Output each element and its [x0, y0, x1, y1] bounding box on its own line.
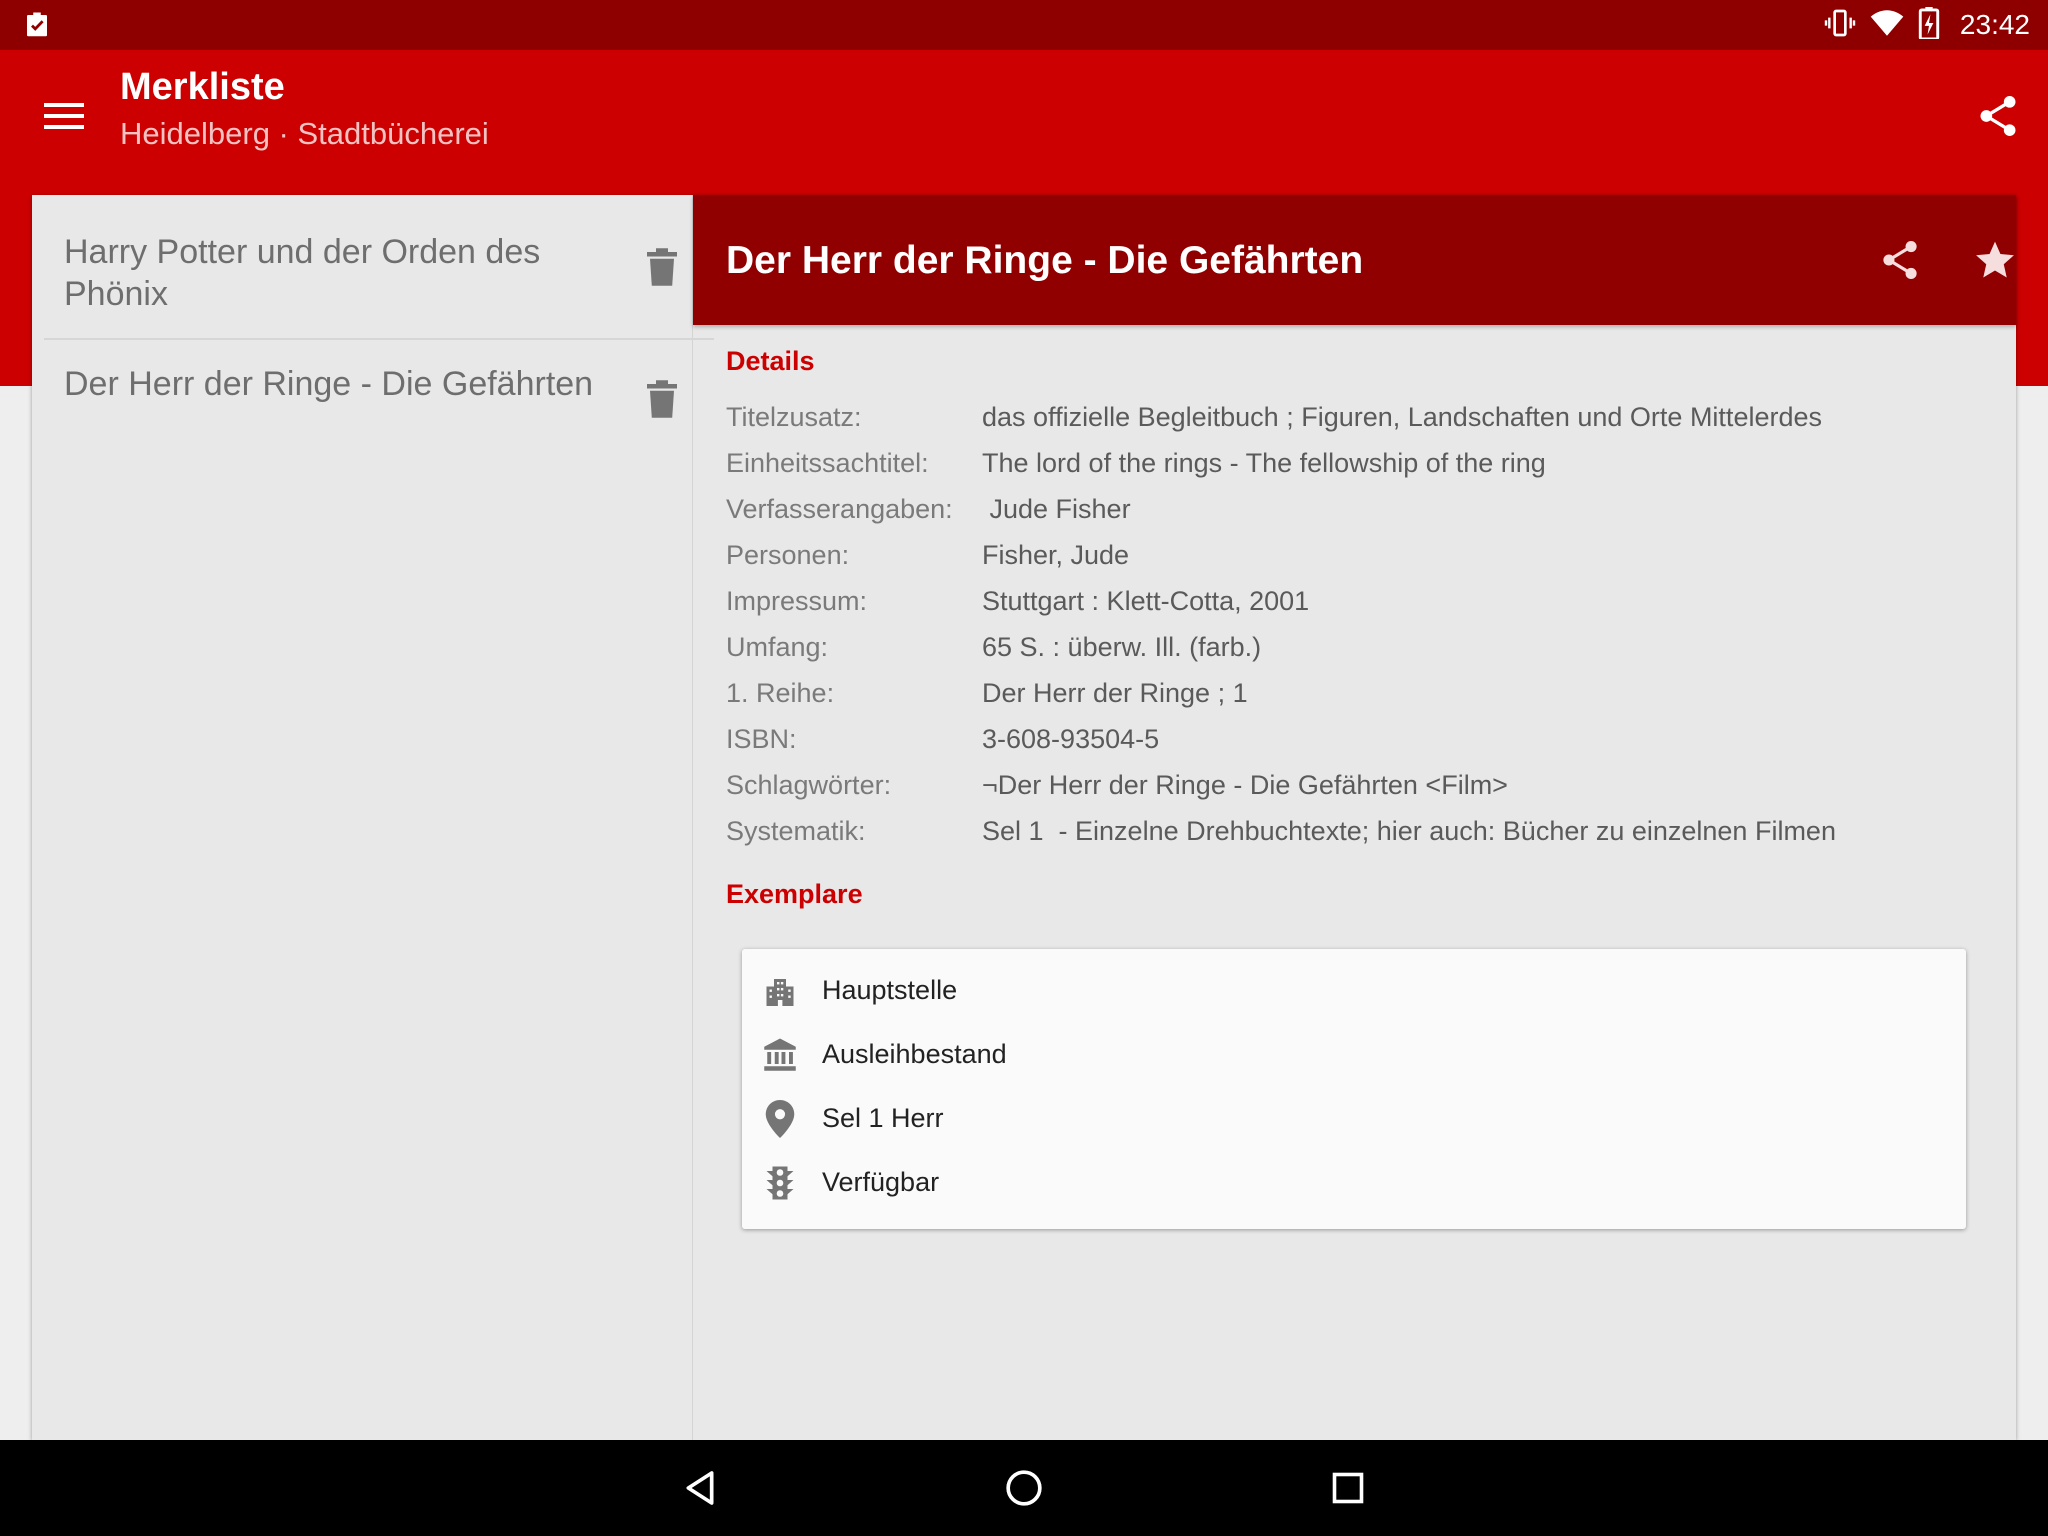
detail-label: 1. Reihe:: [726, 678, 835, 708]
detail-value: ¬Der Herr der Ringe - Die Gefährten <Fil…: [982, 770, 1508, 800]
detail-row: Titelzusatz: das offizielle Begleitbuch …: [726, 402, 2006, 448]
copy-branch: Hauptstelle: [742, 963, 1966, 1019]
share-icon[interactable]: [1970, 88, 2026, 144]
battery-charging-icon: [1918, 6, 1940, 44]
home-icon[interactable]: [996, 1460, 1052, 1516]
details-heading: Details: [726, 346, 815, 376]
clipboard-check-icon: [22, 10, 52, 40]
detail-row: Impressum: Stuttgart : Klett-Cotta, 2001: [726, 586, 2006, 632]
detail-row: 1. Reihe: Der Herr der Ringe ; 1: [726, 678, 2006, 724]
detail-value: Fisher, Jude: [982, 540, 1130, 570]
detail-pane: Der Herr der Ringe - Die Gefährten Detai…: [693, 195, 2016, 1440]
detail-title: Der Herr der Ringe - Die Gefährten: [726, 239, 1364, 282]
trash-icon[interactable]: [638, 375, 686, 423]
menu-icon[interactable]: [40, 92, 88, 140]
clock: 23:42: [1959, 9, 2030, 40]
detail-header: Der Herr der Ringe - Die Gefährten: [693, 195, 2016, 325]
list-item-title: Der Herr der Ringe - Die Gefährten: [64, 365, 594, 403]
copy-text: Verfügbar: [822, 1167, 940, 1197]
detail-value: 65 S. : überw. Ill. (farb.): [982, 632, 1262, 662]
detail-label: Impressum:: [726, 586, 868, 616]
detail-row: Verfasserangaben: Jude Fisher: [726, 494, 2006, 540]
detail-value: Jude Fisher: [982, 494, 1131, 524]
detail-row: Schlagwörter: ¬Der Herr der Ringe - Die …: [726, 770, 2006, 816]
detail-value: das offizielle Begleitbuch ; Figuren, La…: [982, 402, 1822, 432]
copy-text: Ausleihbestand: [822, 1039, 1007, 1069]
page-title: Merkliste: [120, 66, 285, 108]
share-icon[interactable]: [1872, 232, 1928, 288]
status-bar: 23:42: [0, 0, 2048, 50]
detail-label: Titelzusatz:: [726, 402, 862, 432]
copy-text: Sel 1 Herr: [822, 1103, 944, 1133]
recents-icon[interactable]: [1320, 1460, 1376, 1516]
detail-value: The lord of the rings - The fellowship o…: [982, 448, 1546, 478]
detail-label: Einheitssachtitel:: [726, 448, 929, 478]
bookmark-list: Harry Potter und der Orden des Phönix De…: [32, 195, 714, 1440]
copy-card: Hauptstelle Ausleihbestand Sel 1 Herr Ve…: [742, 949, 1966, 1229]
navigation-bar: [0, 1440, 2048, 1536]
copy-status: Verfügbar: [742, 1155, 1966, 1211]
copy-department: Ausleihbestand: [742, 1027, 1966, 1083]
detail-label: Umfang:: [726, 632, 829, 662]
wifi-icon: [1870, 8, 1904, 43]
detail-row: Einheitssachtitel: The lord of the rings…: [726, 448, 2006, 494]
detail-row: Systematik: Sel 1 - Einzelne Drehbuchtex…: [726, 816, 2006, 862]
detail-row: Umfang: 65 S. : überw. Ill. (farb.): [726, 632, 2006, 678]
page-subtitle: Heidelberg · Stadtbücherei: [120, 116, 489, 151]
vibrate-icon: [1824, 7, 1856, 44]
back-icon[interactable]: [672, 1460, 728, 1516]
copies-heading: Exemplare: [726, 879, 863, 909]
copy-text: Hauptstelle: [822, 975, 958, 1005]
detail-value: 3-608-93504-5: [982, 724, 1160, 754]
detail-value: Sel 1 - Einzelne Drehbuchtexte; hier auc…: [982, 816, 1836, 846]
traffic-light-icon: [760, 1163, 800, 1203]
detail-label: Systematik:: [726, 816, 866, 846]
detail-value: Stuttgart : Klett-Cotta, 2001: [982, 586, 1310, 616]
detail-label: Personen:: [726, 540, 850, 570]
trash-icon[interactable]: [638, 243, 686, 291]
bank-icon: [760, 1035, 800, 1075]
detail-label: Verfasserangaben:: [726, 494, 953, 524]
content-card: Harry Potter und der Orden des Phönix De…: [32, 195, 2016, 1440]
detail-row: Personen: Fisher, Jude: [726, 540, 2006, 586]
building-icon: [760, 971, 800, 1011]
list-divider: [44, 338, 714, 340]
location-pin-icon: [760, 1099, 800, 1139]
detail-row: ISBN: 3-608-93504-5: [726, 724, 2006, 770]
copy-shelfmark: Sel 1 Herr: [742, 1091, 1966, 1147]
list-item-title: Harry Potter und der Orden des Phönix: [64, 233, 541, 313]
detail-value: Der Herr der Ringe ; 1: [982, 678, 1248, 708]
star-icon[interactable]: [1967, 232, 2023, 288]
detail-label: ISBN:: [726, 724, 797, 754]
detail-label: Schlagwörter:: [726, 770, 892, 800]
